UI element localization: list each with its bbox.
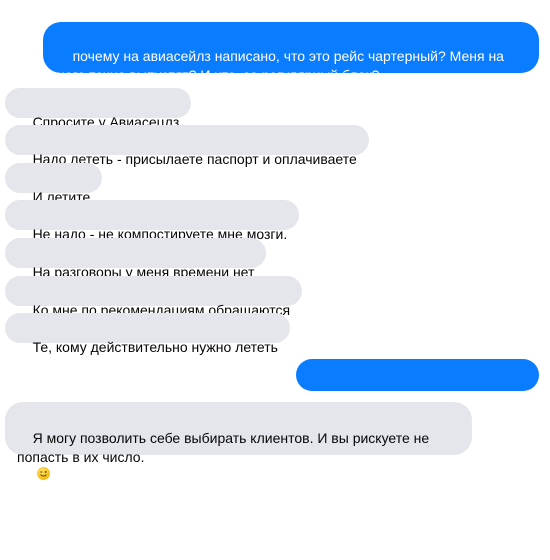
message-incoming[interactable]: На разговоры у меня времени нет	[5, 238, 267, 280]
wink-emoji-icon	[36, 467, 50, 480]
message-incoming[interactable]: Спросите у Авиасецлз	[5, 88, 192, 130]
message-outgoing[interactable]: почему на авиасейлз написано, что это ре…	[43, 22, 539, 83]
message-incoming[interactable]: И летите	[5, 163, 103, 205]
message-text: Те, кому действительно нужно лететь	[32, 339, 278, 355]
message-outgoing[interactable]: нда, клиентоориентированость)	[296, 359, 539, 421]
message-incoming[interactable]: Надо лететь - присылаете паспорт и оплач…	[5, 125, 369, 167]
message-text: почему на авиасейлз написано, что это ре…	[57, 48, 508, 83]
message-incoming[interactable]: Те, кому действительно нужно лететь	[5, 313, 290, 355]
message-incoming[interactable]: Я могу позволить себе выбирать клиентов.…	[5, 402, 472, 480]
message-text: Я могу позволить себе выбирать клиентов.…	[17, 430, 434, 465]
message-incoming[interactable]: Не надо - не компостируете мне мозги.	[5, 200, 300, 257]
message-incoming[interactable]: Ко мне по рекомендациям обращаются	[5, 276, 303, 318]
